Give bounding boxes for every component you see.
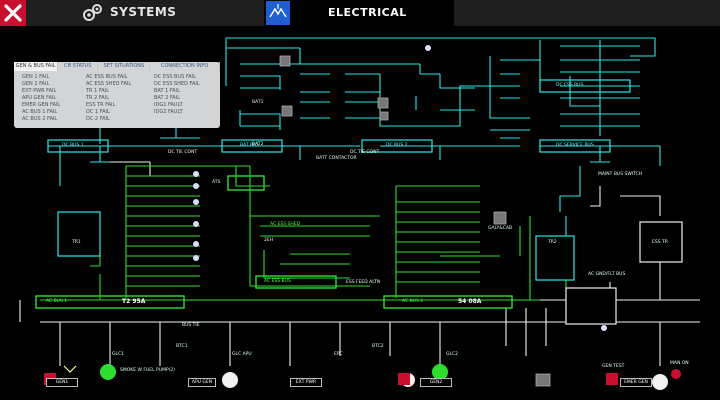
emer-gen-button[interactable]: EMER GEN [620,378,652,387]
k2-label: 2EH [264,238,274,243]
fail-item[interactable]: GEN 1 FAIL [22,74,60,81]
tab-connection-info[interactable]: CONNECTION INFO [150,62,220,71]
fail-item[interactable]: DC ESS BUS FAIL [154,74,200,81]
ac-bus-2-label: AC BUS 2 [402,299,424,304]
dc-bus-2-label: DC BUS 2 [386,143,408,148]
apu-gen-button[interactable]: APU GEN [188,378,216,387]
tab-electrical[interactable]: ELECTRICAL [264,0,454,26]
dc-tie-cont-2-label: DC TIE CONT [350,150,380,155]
failures-col-3: DC ESS BUS FAIL DC ESS SHED FAIL BAT 1 F… [154,74,200,116]
fail-item[interactable]: BAT 1 FAIL [154,88,200,95]
man-on-label: MAN ON [670,361,689,366]
maint-bus-switch-label: MAINT BUS SWITCH [598,172,643,177]
ac-bus-1-value: T2 95A [122,298,146,305]
ats-label: ATS [212,180,221,185]
fail-item[interactable]: IDG2 FAULT [154,109,200,116]
ess-feed-altn-label: ESS FEED ALTN [346,280,381,285]
ac-ess-bus-label: AC ESS BUS [264,279,291,284]
fail-item[interactable]: DC 2 FAIL [86,116,131,123]
failures-panel: GEN & BUS FAIL CB STATUS SET SITUATIONS … [14,62,220,128]
dc-bus-1-label: DC BUS 1 [62,143,84,148]
bat-contactor-label: BATT CONTACTOR [316,156,357,161]
gen2-button[interactable]: GEN2 [420,378,452,387]
btc2-label: BTC2 [372,344,384,349]
fail-item[interactable]: GEN 2 FAIL [22,81,60,88]
fail-item[interactable]: AC BUS 2 FAIL [22,116,60,123]
top-bar: SYSTEMS ELECTRICAL [0,0,720,26]
dc-service-bus-label: DC SERVICE BUS [556,143,594,148]
fail-item[interactable]: AC BUS 1 FAIL [22,109,60,116]
btc1-label: BTC1 [176,344,188,349]
ac-bus-1-label: AC BUS 1 [46,299,68,304]
electrical-schematic: GEN & BUS FAIL CB STATUS SET SITUATIONS … [0,26,720,400]
ac-bus-2-value: 54 08A [458,298,482,305]
fail-item[interactable]: TR 1 FAIL [86,88,131,95]
electrical-label: ELECTRICAL [328,6,407,19]
ac-ess-shed-label: AC ESS SHED [270,222,301,227]
fail-item[interactable]: APU GEN FAIL [22,95,60,102]
glc-apu-label: GLC APU [232,352,252,357]
fail-item[interactable]: ESS TR FAIL [86,102,131,109]
tab-systems[interactable]: SYSTEMS [80,0,258,26]
gen1-button[interactable]: GEN1 [46,378,78,387]
fail-item[interactable]: DC ESS SHED FAIL [154,81,200,88]
ext-pwr-button[interactable]: EXT PWR [290,378,322,387]
fail-item[interactable]: AC ESS SHED FAIL [86,81,131,88]
close-button[interactable] [0,0,26,26]
ac-gnd-flt-bus-label: AC GND/FLT BUS [588,272,626,277]
tr2-label: TR2 [548,240,557,245]
galy-cab-label: GALY&CAB [488,226,513,231]
failures-col-1: GEN 1 FAIL GEN 2 FAIL EXT PWR FAIL APU G… [22,74,60,123]
tab-cb-status[interactable]: CB STATUS [58,62,99,71]
fail-item[interactable]: EMER GEN FAIL [22,102,60,109]
gen-test-label: GEN TEST [602,364,625,369]
failures-col-2: AC ESS BUS FAIL AC ESS SHED FAIL TR 1 FA… [86,74,131,123]
dc-tie-cont-1-label: DC TIE CONT [168,150,198,155]
tab-gen-bus-fail[interactable]: GEN & BUS FAIL [14,62,59,71]
systems-label: SYSTEMS [110,5,177,19]
epc-label: EPC [334,352,343,357]
smoke-label: SMOKE W FUEL PUMP(2) [120,368,176,373]
bat1-label: BAT1 [252,100,264,105]
ess-tr-label: ESS TR [652,240,668,245]
electrical-icon [266,1,290,25]
gears-icon [83,4,102,21]
fail-item[interactable]: TR 2 FAIL [86,95,131,102]
fail-item[interactable]: EXT PWR FAIL [22,88,60,95]
fail-item[interactable]: BAT 2 FAIL [154,95,200,102]
fail-item[interactable]: AC ESS BUS FAIL [86,74,131,81]
glc1-label: GLC1 [112,352,124,357]
glc2-label: GLC2 [446,352,458,357]
tab-set-situations[interactable]: SET SITUATIONS [98,62,151,71]
failures-tabs: GEN & BUS FAIL CB STATUS SET SITUATIONS … [14,62,220,72]
bus-tie-label: BUS TIE [182,323,200,328]
bat2-label: BAT2 [252,142,264,147]
fail-item[interactable]: DC 1 FAIL [86,109,131,116]
dc-ess-bus-label: DC ESS BUS [556,83,584,88]
fail-item[interactable]: IDG1 FAULT [154,102,200,109]
tr1-label: TR1 [72,240,81,245]
close-icon [4,4,22,22]
